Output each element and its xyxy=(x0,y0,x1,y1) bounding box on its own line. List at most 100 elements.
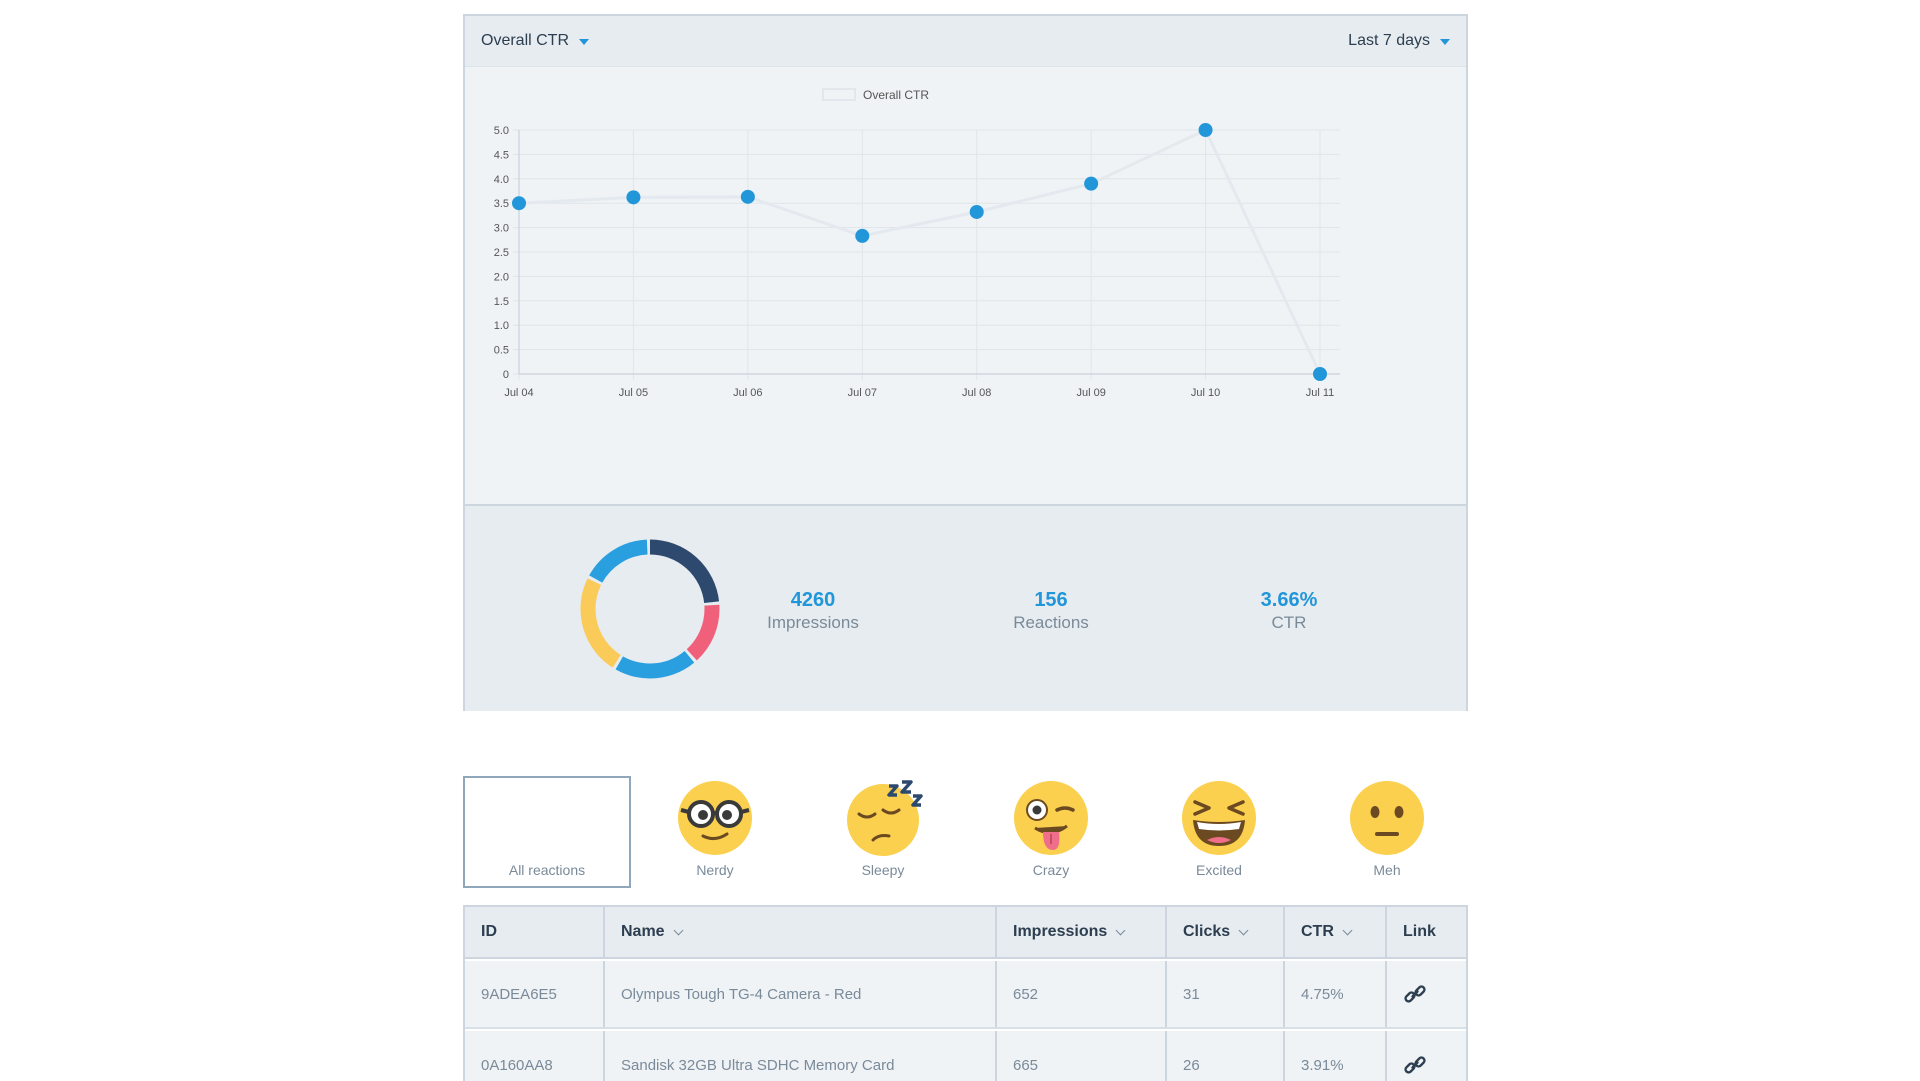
column-header-name[interactable]: Name xyxy=(605,907,997,957)
reactions-label: Reactions xyxy=(1013,613,1089,632)
cell-link xyxy=(1387,961,1466,1027)
x-tick-label: Jul 05 xyxy=(619,387,648,399)
sort-chevron-icon xyxy=(1238,925,1249,935)
reactions-donut-chart xyxy=(580,539,720,679)
x-tick-label: Jul 08 xyxy=(962,387,991,399)
cell-impressions: 665 xyxy=(997,1031,1167,1081)
y-tick-label: 3.0 xyxy=(494,223,509,235)
data-point xyxy=(855,228,870,243)
data-point xyxy=(1198,123,1213,137)
data-point xyxy=(512,196,526,211)
link-icon[interactable] xyxy=(1403,982,1427,1006)
cell-clicks: 26 xyxy=(1167,1031,1285,1081)
excited-emoji-icon xyxy=(1182,781,1256,855)
y-tick-label: 2.5 xyxy=(494,247,509,259)
caret-down-icon xyxy=(1440,39,1450,45)
filter-excited[interactable]: Excited xyxy=(1135,776,1303,888)
crazy-label: Crazy xyxy=(1032,862,1070,878)
reactions-stat: 156 Reactions xyxy=(971,588,1131,634)
ctr-label: CTR xyxy=(1271,613,1307,632)
y-tick-label: 0.5 xyxy=(494,345,509,357)
column-header-clicks[interactable]: Clicks xyxy=(1167,907,1285,957)
ctr-panel: Overall CTR Last 7 days Overall CTR 0 0.5 1… xyxy=(463,14,1468,711)
id-header-label: ID xyxy=(481,923,497,940)
cell-name: Sandisk 32GB Ultra SDHC Memory Card xyxy=(605,1031,997,1081)
reactions-value: 156 xyxy=(1034,589,1068,611)
reaction-filter-bar: All reactions Nerdy Sleepy Crazy Excited… xyxy=(463,776,1468,888)
cell-ctr: 4.75% xyxy=(1285,961,1387,1027)
sort-chevron-icon xyxy=(673,925,684,935)
cell-ctr: 3.91% xyxy=(1285,1031,1387,1081)
filter-all-reactions[interactable]: All reactions xyxy=(463,776,631,888)
crazy-emoji-icon xyxy=(1014,781,1088,855)
nerdy-label: Nerdy xyxy=(696,862,734,878)
stats-section: 4260 Impressions 156 Reactions 3.66% CTR xyxy=(465,504,1466,711)
y-tick-label: 4.5 xyxy=(494,149,509,161)
y-tick-label: 3.5 xyxy=(494,198,509,210)
filter-sleepy[interactable]: Sleepy xyxy=(799,776,967,888)
y-tick-label: 1.5 xyxy=(494,296,509,308)
data-point xyxy=(1313,367,1327,381)
name-header-label: Name xyxy=(621,923,665,940)
y-tick-label: 5.0 xyxy=(494,125,509,137)
x-tick-label: Jul 10 xyxy=(1191,387,1220,399)
metric-dropdown-label: Overall CTR xyxy=(481,32,570,49)
column-header-link: Link xyxy=(1387,907,1466,957)
cell-link xyxy=(1387,1031,1466,1081)
sleepy-emoji-icon xyxy=(847,780,923,856)
y-tick-label: 0 xyxy=(503,369,509,381)
cell-clicks: 31 xyxy=(1167,961,1285,1027)
table-row[interactable]: 9ADEA6E5 Olympus Tough TG-4 Camera - Red… xyxy=(465,961,1466,1029)
table-row[interactable]: 0A160AA8 Sandisk 32GB Ultra SDHC Memory … xyxy=(465,1031,1466,1081)
date-range-dropdown[interactable]: Last 7 days xyxy=(1348,32,1450,50)
cell-impressions: 652 xyxy=(997,961,1167,1027)
ctr-stat: 3.66% CTR xyxy=(1209,588,1369,634)
x-tick-label: Jul 04 xyxy=(504,387,533,399)
ctr-value: 3.66% xyxy=(1260,589,1318,611)
y-tick-label: 2.0 xyxy=(494,271,509,283)
cell-name: Olympus Tough TG-4 Camera - Red xyxy=(605,961,997,1027)
caret-down-icon xyxy=(579,39,590,45)
data-point xyxy=(1084,176,1099,191)
clicks-header-label: Clicks xyxy=(1183,923,1231,940)
data-point xyxy=(969,204,984,219)
data-point xyxy=(626,190,641,205)
date-range-label: Last 7 days xyxy=(1348,32,1430,49)
legend-swatch xyxy=(822,88,856,101)
sleepy-label: Sleepy xyxy=(861,862,905,878)
chart-svg: Overall CTR 0 0.5 1.0 1.5 2.0 2.5 3.0 3.5 4.0 4.5 5… xyxy=(494,88,1340,399)
sort-chevron-icon xyxy=(1342,925,1353,935)
filter-crazy[interactable]: Crazy xyxy=(967,776,1135,888)
cell-id: 0A160AA8 xyxy=(465,1031,605,1081)
panel-header: Overall CTR Last 7 days xyxy=(465,16,1466,67)
filter-nerdy[interactable]: Nerdy xyxy=(631,776,799,888)
data-point xyxy=(740,189,755,204)
y-tick-label: 1.0 xyxy=(494,320,509,332)
legend-label: Overall CTR xyxy=(863,88,929,102)
column-header-ctr[interactable]: CTR xyxy=(1285,907,1387,957)
x-tick-label: Jul 11 xyxy=(1306,387,1335,399)
impressions-value: 4260 xyxy=(790,589,836,611)
x-tick-label: Jul 06 xyxy=(733,387,762,399)
x-tick-label: Jul 07 xyxy=(848,387,877,399)
ctr-line-chart: Overall CTR 0 0.5 1.0 1.5 2.0 2.5 3.0 3.5 4.0 4.5 5… xyxy=(465,68,1466,518)
excited-label: Excited xyxy=(1196,862,1242,878)
impressions-stat: 4260 Impressions xyxy=(733,588,893,634)
y-tick-label: 4.0 xyxy=(494,174,509,186)
table-header-row: ID Name Impressions Clicks CTR Link xyxy=(465,907,1466,959)
filter-meh[interactable]: Meh xyxy=(1303,776,1471,888)
products-table: ID Name Impressions Clicks CTR Link 9ADE… xyxy=(463,905,1468,1081)
column-header-id[interactable]: ID xyxy=(465,907,605,957)
ctr-header-label: CTR xyxy=(1301,923,1334,940)
column-header-impressions[interactable]: Impressions xyxy=(997,907,1167,957)
x-tick-label: Jul 09 xyxy=(1076,387,1105,399)
metric-dropdown[interactable]: Overall CTR xyxy=(481,32,590,50)
impressions-header-label: Impressions xyxy=(1013,923,1108,940)
meh-label: Meh xyxy=(1373,862,1401,878)
link-icon[interactable] xyxy=(1403,1053,1427,1077)
nerdy-emoji-icon xyxy=(678,781,752,855)
cell-id: 9ADEA6E5 xyxy=(465,961,605,1027)
impressions-label: Impressions xyxy=(767,613,859,632)
all-reactions-label: All reactions xyxy=(508,862,586,878)
sort-chevron-icon xyxy=(1115,925,1126,935)
